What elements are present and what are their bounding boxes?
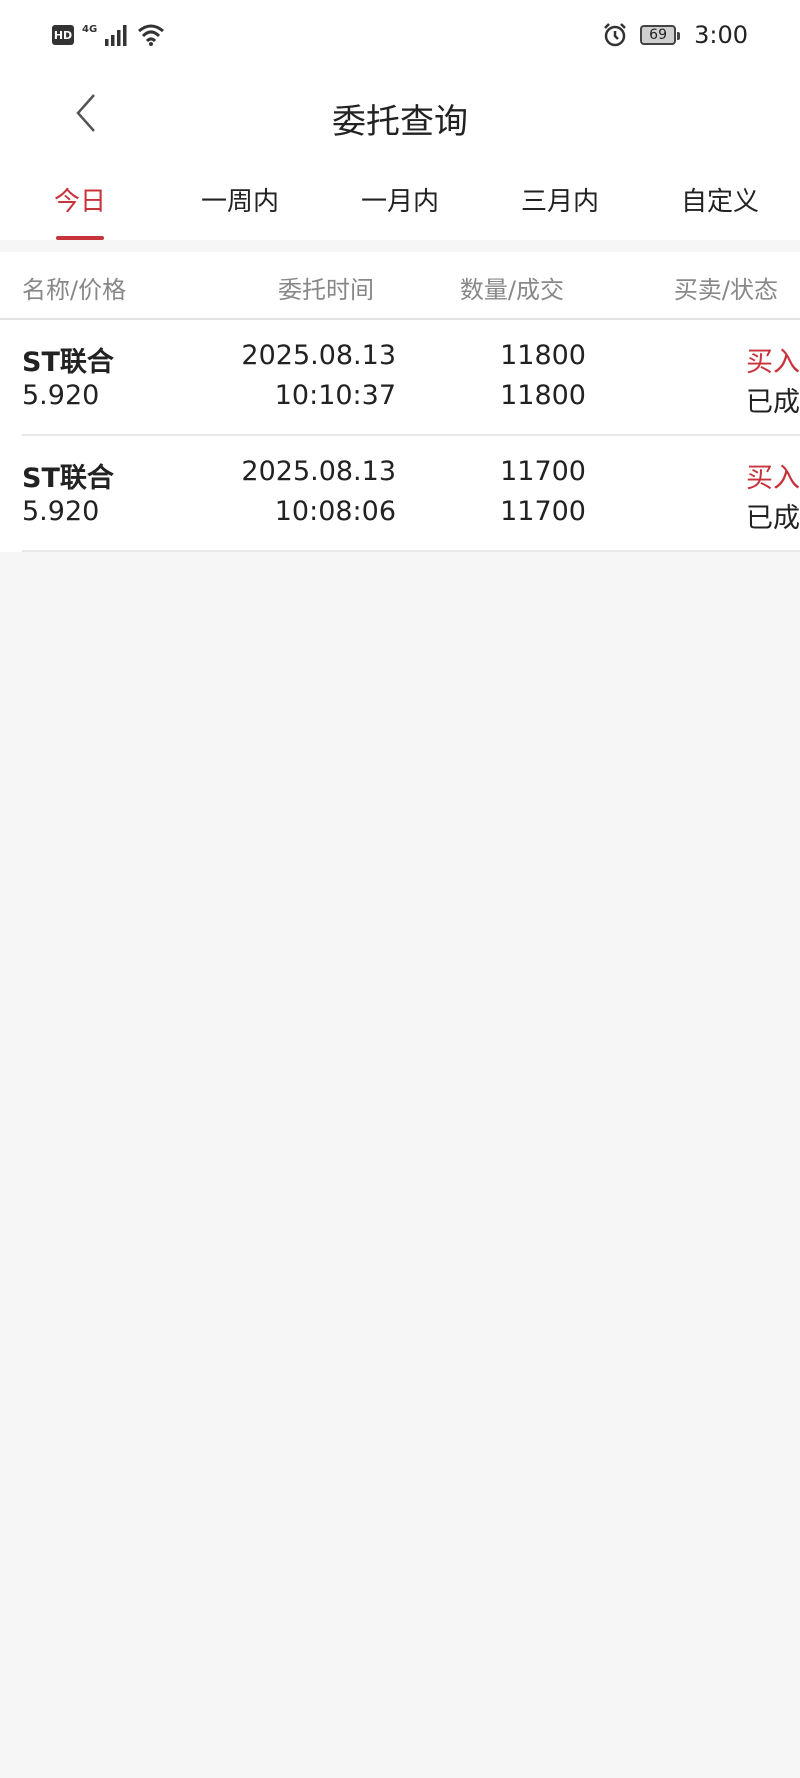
order-list: 名称/价格 委托时间 数量/成交 买卖/状态 ST联合 5.920 2025.0… (0, 252, 800, 552)
tab-week[interactable]: 一周内 (160, 160, 320, 240)
order-date: 2025.08.13 (241, 340, 396, 371)
tab-today[interactable]: 今日 (0, 160, 160, 240)
order-side: 买入 (746, 463, 800, 494)
order-status: 已成 (746, 503, 800, 534)
hd-badge: HD (52, 25, 74, 45)
nav-bar: 委托查询 (0, 70, 800, 160)
order-quantity: 11700 (500, 456, 586, 487)
order-status: 已成 (746, 387, 800, 418)
clock: 3:00 (694, 21, 748, 49)
order-price: 5.920 (22, 380, 100, 411)
stock-name: ST联合 (22, 347, 114, 378)
header-order-time: 委托时间 (278, 276, 374, 304)
tab-label: 自定义 (680, 187, 759, 217)
page-title: 委托查询 (332, 102, 468, 142)
wifi-icon (138, 24, 165, 46)
order-time: 10:10:37 (274, 380, 396, 411)
battery-icon: 69 (640, 25, 681, 45)
list-header: 名称/价格 委托时间 数量/成交 买卖/状态 (0, 252, 800, 320)
tab-label: 三月内 (520, 187, 599, 217)
tab-label: 今日 (53, 187, 106, 217)
tab-label: 一月内 (360, 187, 439, 217)
tab-month[interactable]: 一月内 (320, 160, 480, 240)
status-right: 69 3:00 (602, 20, 748, 50)
tab-custom[interactable]: 自定义 (640, 160, 800, 240)
order-time: 10:08:06 (274, 496, 396, 527)
filled-quantity: 11700 (500, 496, 586, 527)
signal-icon (105, 25, 127, 46)
status-left: HD 4G (52, 22, 165, 48)
active-tab-indicator (56, 236, 104, 240)
filled-quantity: 11800 (500, 380, 586, 411)
header-side-status: 买卖/状态 (673, 276, 778, 304)
status-bar: HD 4G 69 3:00 (0, 0, 800, 70)
order-row[interactable]: ST联合 5.920 2025.08.13 10:10:37 11800 118… (22, 320, 800, 436)
header-name-price: 名称/价格 (22, 276, 127, 304)
order-side: 买入 (746, 347, 800, 378)
date-range-tabs: 今日 一周内 一月内 三月内 自定义 (0, 160, 800, 240)
order-date: 2025.08.13 (241, 456, 396, 487)
order-price: 5.920 (22, 496, 100, 527)
order-row[interactable]: ST联合 5.920 2025.08.13 10:08:06 11700 117… (22, 436, 800, 552)
order-quantity: 11800 (500, 340, 586, 371)
alarm-icon (604, 23, 626, 47)
tab-label: 一周内 (200, 187, 279, 217)
stock-name: ST联合 (22, 463, 114, 494)
header-quantity-filled: 数量/成交 (459, 276, 564, 304)
network-type: 4G (82, 23, 98, 35)
tab-three-months[interactable]: 三月内 (480, 160, 640, 240)
